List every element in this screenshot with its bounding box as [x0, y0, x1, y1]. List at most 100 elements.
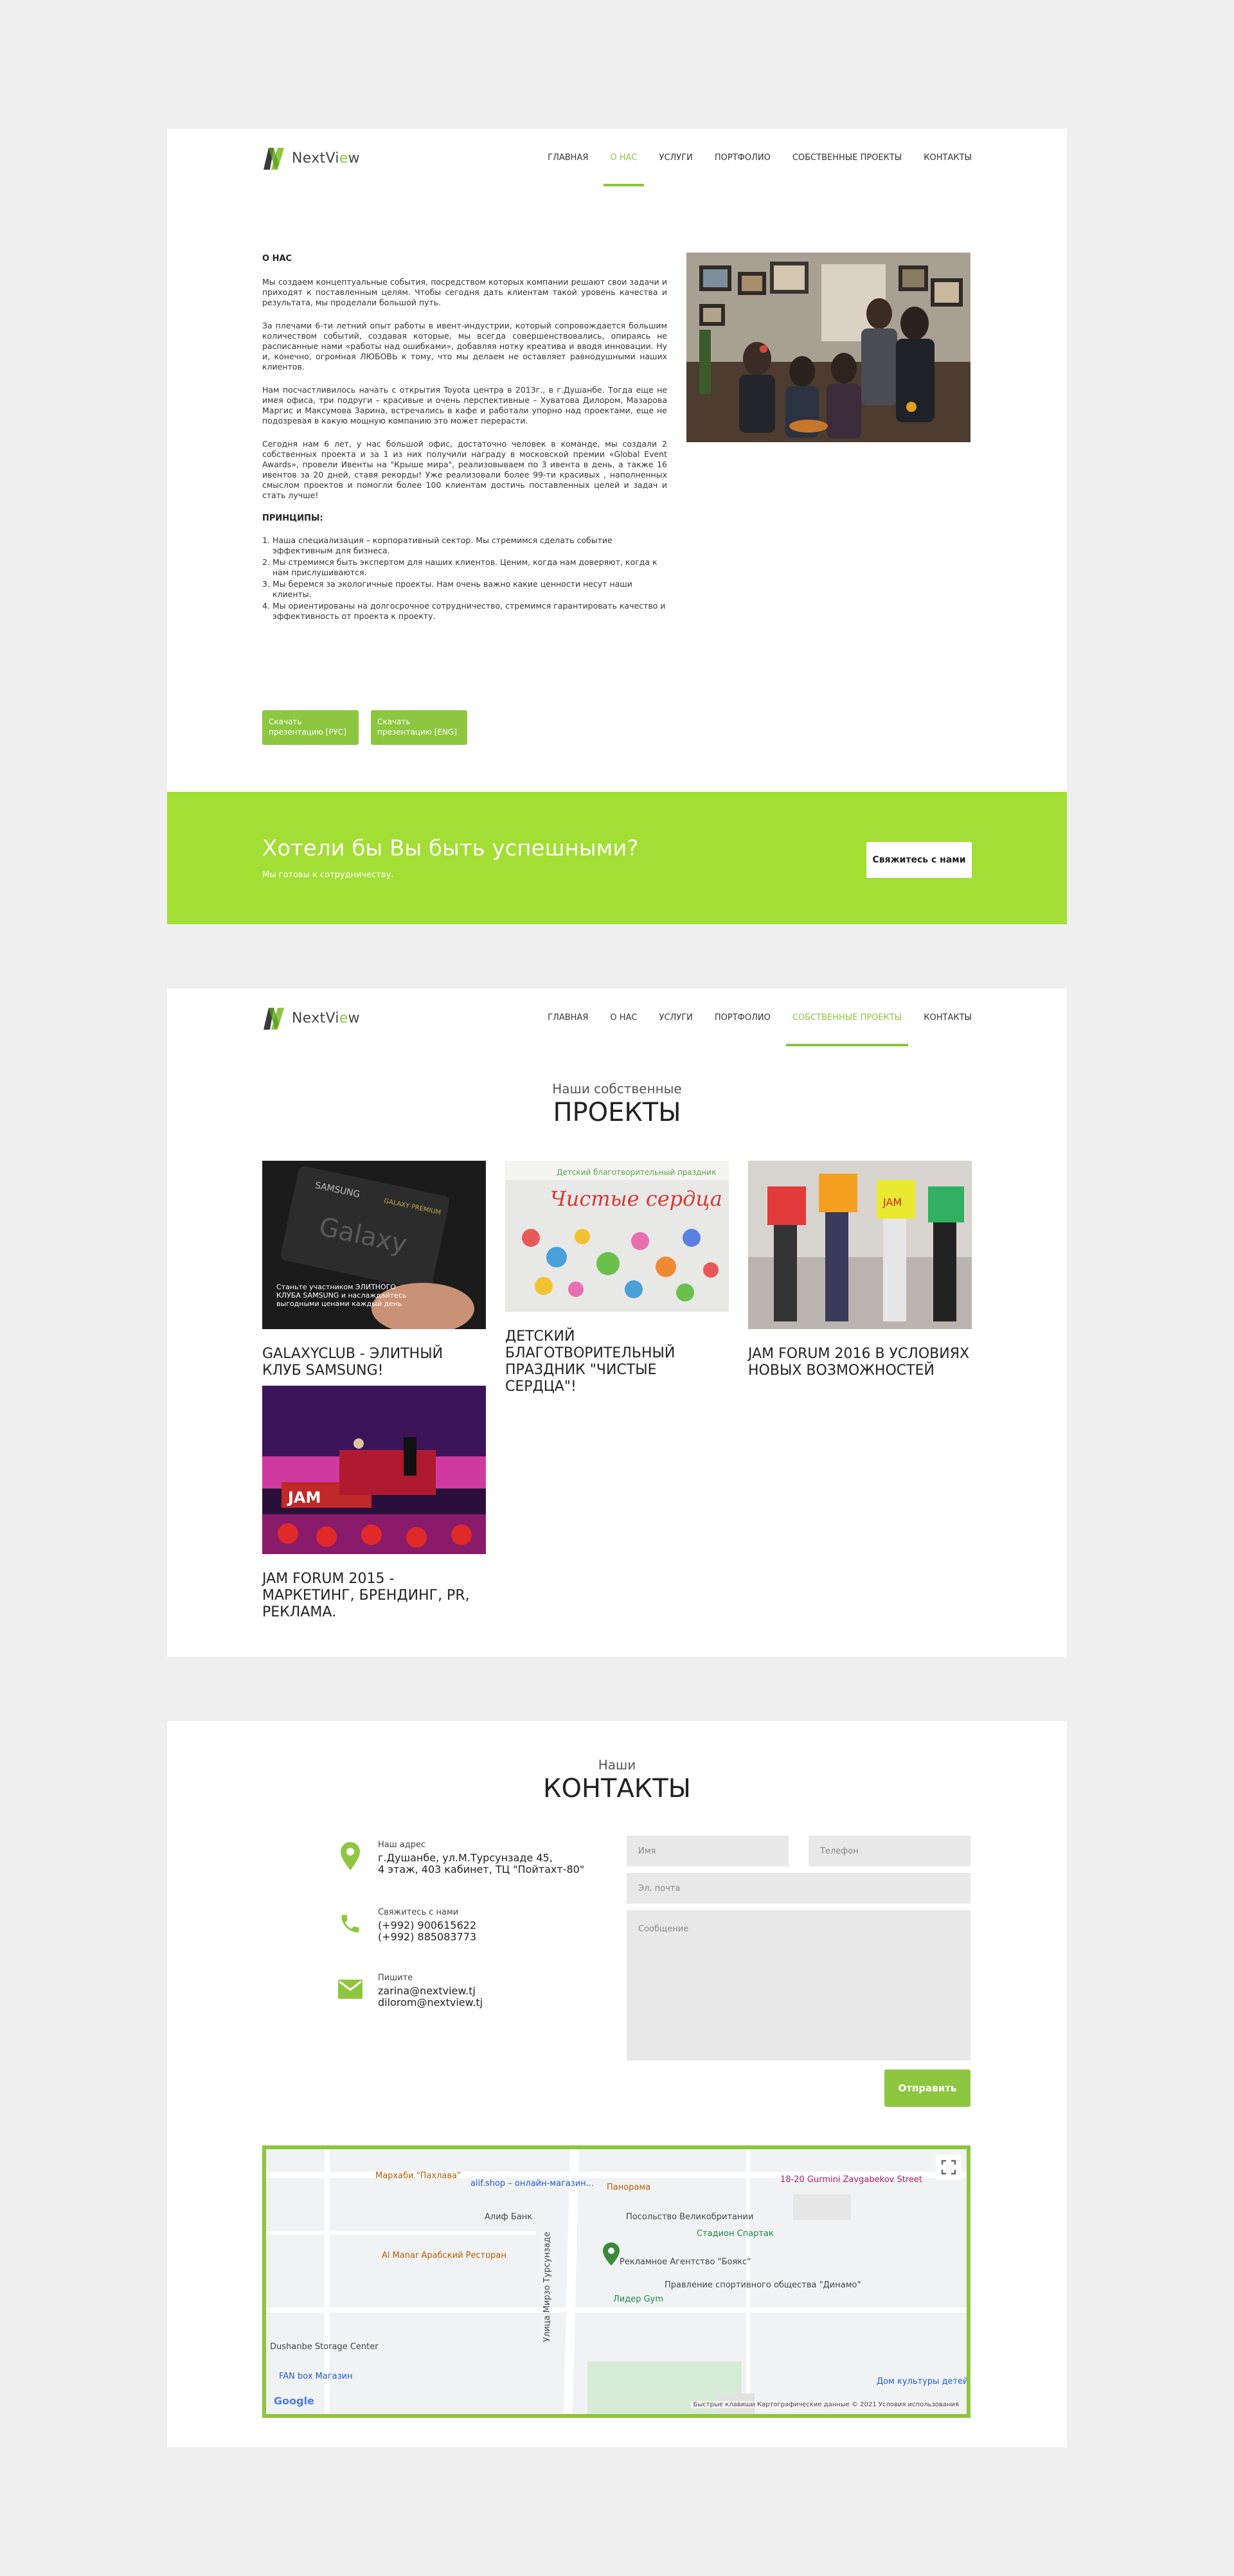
address-line: 4 этаж, 403 кабинет, ТЦ "Пойтахт-80" — [378, 1863, 585, 1875]
principles-heading: ПРИНЦИПЫ: — [262, 514, 323, 523]
banner-title: Хотели бы Вы быть успешными? — [262, 836, 639, 861]
email-field[interactable]: Эл. почта — [627, 1873, 970, 1904]
map-label: Правление спортивного общества "Динамо" — [665, 2280, 861, 2290]
project-image[interactable]: JAM — [748, 1161, 972, 1329]
about-paragraph: За плечами 6-ти летний опыт работы в иве… — [262, 321, 667, 371]
map-label: Дом культуры детей и подростков — [877, 2377, 969, 2386]
about-paragraph: Нам посчастливилось начать с открытия To… — [262, 385, 667, 425]
map-label: Панорама — [607, 2183, 651, 2192]
map-label: Алиф Банк — [485, 2212, 533, 2222]
logo-text: NextView — [292, 1010, 360, 1026]
team-photo — [686, 253, 970, 442]
logo-mark-icon — [264, 1008, 284, 1030]
about-heading: О НАС — [262, 254, 292, 264]
principle-item: Наша специализация – корпоративный секто… — [273, 535, 667, 556]
map-label: Улица Мирзо Турсунзаде — [542, 2232, 552, 2342]
contacts-pre-title: Наши — [598, 1757, 636, 1773]
phone-label: Свяжитесь с нами — [378, 1908, 459, 1917]
nav-home[interactable]: ГЛАВНАЯ — [548, 129, 588, 186]
project-title[interactable]: ДЕТСКИЙ БЛАГОТВОРИТЕЛЬНЫЙ ПРАЗДНИК "ЧИСТ… — [505, 1328, 729, 1395]
nav-home[interactable]: ГЛАВНАЯ — [548, 988, 588, 1046]
map-label: Лидер Gym — [613, 2294, 664, 2304]
nav-services[interactable]: УСЛУГИ — [659, 129, 693, 186]
map-marker-icon[interactable] — [603, 2242, 620, 2266]
main-nav: ГЛАВНАЯ О НАС УСЛУГИ ПОРТФОЛИО СОБСТВЕНН… — [526, 988, 972, 1046]
google-logo: Google — [274, 2395, 314, 2407]
nav-about[interactable]: О НАС — [610, 988, 637, 1046]
logo[interactable]: NextView — [262, 145, 360, 171]
projects-title: ПРОЕКТЫ — [553, 1098, 681, 1127]
project-image[interactable]: JAM — [262, 1386, 486, 1554]
nav-portfolio[interactable]: ПОРТФОЛИО — [715, 988, 771, 1046]
svg-text:JAM: JAM — [882, 1196, 902, 1208]
principles-list: Наша специализация – корпоративный секто… — [262, 535, 667, 622]
projects-pre-title: Наши собственные — [552, 1081, 682, 1096]
map-label: Dushanbe Storage Center — [270, 2342, 379, 2352]
send-button[interactable]: Отправить — [884, 2070, 970, 2107]
site-header: NextView ГЛАВНАЯ О НАС УСЛУГИ ПОРТФОЛИО … — [262, 129, 972, 186]
project-card-clean-hearts[interactable]: Детский благотворительный праздник Чисты… — [505, 1161, 729, 1395]
phone-icon — [334, 1908, 366, 1940]
nav-own-projects[interactable]: СОБСТВЕННЫЕ ПРОЕКТЫ — [785, 988, 909, 1046]
project-image[interactable]: Детский благотворительный праздник Чисты… — [505, 1161, 729, 1312]
project-card-galaxyclub[interactable]: SAMSUNG GALAXY PREMIUM Galaxy Станьте уч… — [262, 1161, 486, 1379]
logo-mark-icon — [264, 148, 284, 170]
project-card-jam-2016[interactable]: JAM JAM FORUM 2016 В УСЛОВИЯХ НОВЫХ ВОЗМ… — [748, 1161, 972, 1379]
map-label: Рекламное Агентство "Боякс" — [620, 2257, 751, 2267]
site-header: NextView ГЛАВНАЯ О НАС УСЛУГИ ПОРТФОЛИО … — [262, 988, 972, 1046]
phone-number[interactable]: (+992) 885083773 — [378, 1931, 476, 1943]
phone-field[interactable]: Телефон — [809, 1836, 970, 1866]
address-label: Наш адрес — [378, 1840, 426, 1850]
map-footer: Быстрые клавиши Картографические данные … — [690, 2401, 961, 2408]
nav-contacts[interactable]: КОНТАКТЫ — [924, 988, 972, 1046]
phone-number[interactable]: (+992) 900615622 — [378, 1920, 476, 1931]
about-card: NextView ГЛАВНАЯ О НАС УСЛУГИ ПОРТФОЛИО … — [167, 129, 1067, 924]
principle-item: Мы ориентированы на долгосрочное сотрудн… — [273, 601, 667, 622]
main-nav: ГЛАВНАЯ О НАС УСЛУГИ ПОРТФОЛИО СОБСТВЕНН… — [526, 129, 972, 186]
about-text: О НАС Мы создаем концептуальные события,… — [262, 254, 667, 623]
principle-item: Мы стремимся быть экспертом для наших кл… — [273, 557, 667, 578]
map-label: FAN box Магазин — [279, 2372, 353, 2381]
nav-services[interactable]: УСЛУГИ — [659, 988, 693, 1046]
download-ru-button[interactable]: Скачать презентацию [РУС] — [262, 710, 359, 745]
map-label: Стадион Спартак — [697, 2229, 774, 2239]
contacts-card: Наши КОНТАКТЫ Наш адрес г.Душанбе, ул.М.… — [167, 1721, 1067, 2447]
map-pin-icon — [334, 1840, 366, 1872]
logo-text: NextView — [292, 150, 360, 166]
map-label: alif.shop – онлайн-магазин... — [470, 2179, 595, 2188]
svg-text:JAM: JAM — [287, 1489, 321, 1507]
contact-us-button[interactable]: Свяжитесь с нами — [866, 842, 972, 878]
nav-about[interactable]: О НАС — [604, 129, 644, 186]
fullscreen-icon[interactable] — [936, 2154, 961, 2180]
nav-own-projects[interactable]: СОБСТВЕННЫЕ ПРОЕКТЫ — [792, 129, 902, 186]
map-label: 18-20 Gurmini Zavgabekov Street — [780, 2175, 922, 2185]
project-title[interactable]: GALAXYCLUB - ЭЛИТНЫЙ КЛУБ SAMSUNG! — [262, 1346, 486, 1379]
principle-item: Мы беремся за экологичные проекты. Нам о… — [273, 579, 667, 600]
logo[interactable]: NextView — [262, 1005, 360, 1031]
cta-banner: Хотели бы Вы быть успешными? Мы готовы к… — [167, 792, 1067, 924]
projects-card: NextView ГЛАВНАЯ О НАС УСЛУГИ ПОРТФОЛИО … — [167, 988, 1067, 1657]
email-address[interactable]: dilorom@nextview.tj — [378, 1997, 483, 2008]
svg-text:Детский благотворительный праз: Детский благотворительный праздник — [557, 1168, 716, 1177]
contact-phone: Свяжитесь с нами (+992) 900615622 (+992)… — [334, 1908, 476, 1943]
project-title[interactable]: JAM FORUM 2016 В УСЛОВИЯХ НОВЫХ ВОЗМОЖНО… — [748, 1346, 972, 1379]
about-paragraph: Сегодня нам 6 лет, у нас большой офис, д… — [262, 439, 667, 500]
project-image[interactable]: SAMSUNG GALAXY PREMIUM Galaxy Станьте уч… — [262, 1161, 486, 1329]
nav-portfolio[interactable]: ПОРТФОЛИО — [715, 129, 771, 186]
name-field[interactable]: Имя — [627, 1836, 789, 1866]
envelope-icon — [334, 1973, 366, 2005]
email-address[interactable]: zarina@nextview.tj — [378, 1985, 483, 1997]
banner-subtitle: Мы готовы к сотрудничеству. — [262, 870, 394, 880]
message-field[interactable]: Сообщение — [627, 1910, 970, 2061]
contacts-title: КОНТАКТЫ — [543, 1774, 691, 1803]
project-title[interactable]: JAM FORUM 2015 - МАРКЕТИНГ, БРЕНДИНГ, PR… — [262, 1571, 486, 1621]
about-paragraph: Мы создаем концептуальные события, посре… — [262, 277, 667, 307]
location-map[interactable]: Мархаби "Пахлава" Панорама alif.shop – о… — [262, 2145, 970, 2418]
email-label: Пишите — [378, 1973, 413, 1983]
nav-contacts[interactable]: КОНТАКТЫ — [924, 129, 972, 186]
contact-email: Пишите zarina@nextview.tj dilorom@nextvi… — [334, 1973, 483, 2008]
project-card-jam-2015[interactable]: JAM JAM FORUM 2015 - МАРКЕТИНГ, БРЕНДИНГ… — [262, 1386, 486, 1621]
download-en-button[interactable]: Скачать презентацию [ENG] — [371, 710, 467, 745]
address-line: г.Душанбе, ул.М.Турсунзаде 45, — [378, 1852, 553, 1864]
map-label: Посольство Великобритании — [626, 2212, 754, 2222]
